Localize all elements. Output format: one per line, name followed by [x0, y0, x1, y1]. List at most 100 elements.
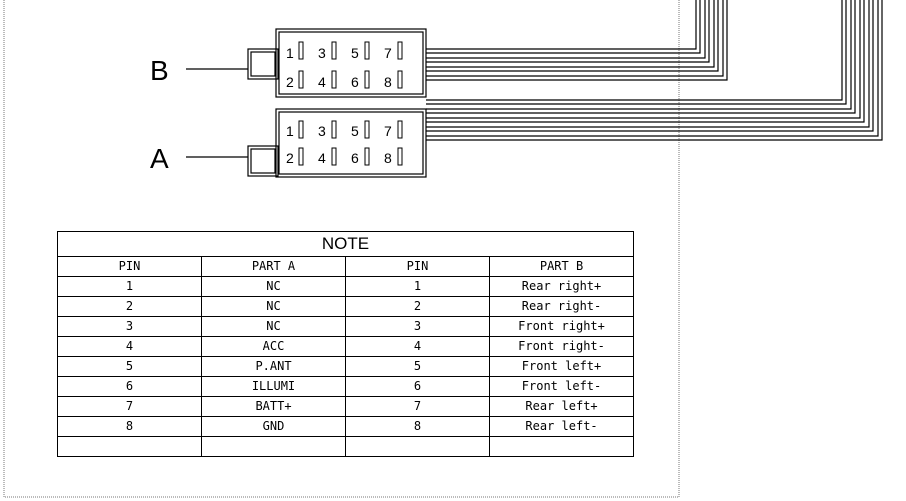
- pin-number: 7: [384, 123, 392, 139]
- pin-b-cell: 3: [345, 316, 490, 337]
- wire: [426, 0, 856, 114]
- table-row: 2 NC 2 Rear right-: [57, 296, 635, 317]
- wire: [426, 0, 847, 105]
- wire: [426, 0, 883, 141]
- part-b-cell: Rear left-: [488, 416, 635, 437]
- pin-number: 3: [318, 45, 326, 61]
- part-b-cell: Rear left+: [488, 396, 635, 417]
- pin-number: 6: [351, 150, 359, 166]
- column-header-pin-b: PIN: [345, 256, 490, 277]
- pin-number: 1: [286, 123, 294, 139]
- pin-b-cell: 1: [345, 276, 490, 297]
- pin-number: 2: [286, 150, 294, 166]
- wire: [426, 0, 701, 54]
- connector-b-label: B: [150, 55, 169, 86]
- wire: [426, 0, 697, 50]
- pin-terminal: [298, 147, 304, 166]
- pin-number: 6: [351, 74, 359, 90]
- part-a-cell: ILLUMI: [201, 376, 346, 397]
- pin-b-cell: 2: [345, 296, 490, 317]
- table-row: 4 ACC 4 Front right-: [57, 336, 635, 357]
- pin-terminal: [331, 120, 337, 139]
- pin-number: 3: [318, 123, 326, 139]
- part-a-cell: GND: [201, 416, 346, 437]
- pin-terminal: [397, 147, 403, 166]
- connector-a: [186, 108, 427, 178]
- note-table-container: NOTE PIN PART A PIN PART B 1 NC 1 Rear righ…: [56, 231, 635, 457]
- wire: [426, 0, 870, 128]
- pin-number: 8: [384, 150, 392, 166]
- pin-a-cell: 8: [57, 416, 202, 437]
- column-header-part-b: PART B: [488, 256, 635, 277]
- column-header-pin-a: PIN: [57, 256, 202, 277]
- pin-terminal: [298, 70, 304, 89]
- table-row: 6 ILLUMI 6 Front left-: [57, 376, 635, 397]
- empty-cell: [488, 436, 635, 457]
- part-a-cell: NC: [201, 296, 346, 317]
- part-a-cell: NC: [201, 276, 346, 297]
- table-row: 3 NC 3 Front right+: [57, 316, 635, 337]
- connector-a-label: A: [150, 143, 169, 174]
- empty-cell: [57, 436, 202, 457]
- note-table: NOTE PIN PART A PIN PART B 1 NC 1 Rear righ…: [56, 231, 635, 457]
- pin-number: 7: [384, 45, 392, 61]
- part-a-cell: P.ANT: [201, 356, 346, 377]
- pin-b-cell: 8: [345, 416, 490, 437]
- wire: [426, 0, 728, 81]
- pin-number: 5: [351, 45, 359, 61]
- pin-terminal: [397, 120, 403, 139]
- part-b-cell: Front left-: [488, 376, 635, 397]
- pin-number: 2: [286, 74, 294, 90]
- table-row: 1 NC 1 Rear right+: [57, 276, 635, 297]
- pin-number: 8: [384, 74, 392, 90]
- pin-terminal: [298, 41, 304, 60]
- pin-b-cell: 7: [345, 396, 490, 417]
- note-table-body: 1 NC 1 Rear right+ 2 NC 2 Rear right- 3 NC 3 Front …: [57, 276, 635, 457]
- wire-bundle: [426, 0, 883, 141]
- pin-number: 1: [286, 45, 294, 61]
- pin-a-cell: 4: [57, 336, 202, 357]
- wire: [426, 0, 852, 110]
- note-title: NOTE: [56, 231, 635, 257]
- pin-a-cell: 6: [57, 376, 202, 397]
- wire: [426, 0, 874, 132]
- note-header-row: PIN PART A PIN PART B: [57, 256, 635, 277]
- pin-terminal: [331, 70, 337, 89]
- empty-cell: [201, 436, 346, 457]
- wire: [426, 0, 719, 72]
- table-row-empty: [57, 436, 635, 457]
- pin-b-cell: 6: [345, 376, 490, 397]
- pin-a-cell: 7: [57, 396, 202, 417]
- note-title-row: NOTE: [56, 231, 635, 257]
- pin-terminal: [397, 41, 403, 60]
- wire: [426, 0, 843, 101]
- table-row: 5 P.ANT 5 Front left+: [57, 356, 635, 377]
- pin-number: 4: [318, 74, 326, 90]
- pin-terminal: [331, 147, 337, 166]
- pin-b-cell: 4: [345, 336, 490, 357]
- part-b-cell: Front right-: [488, 336, 635, 357]
- table-row: 8 GND 8 Rear left-: [57, 416, 635, 437]
- empty-cell: [345, 436, 490, 457]
- pin-terminal: [364, 41, 370, 60]
- pin-number: 5: [351, 123, 359, 139]
- part-a-cell: ACC: [201, 336, 346, 357]
- pin-a-cell: 5: [57, 356, 202, 377]
- part-b-cell: Rear right-: [488, 296, 635, 317]
- part-a-cell: BATT+: [201, 396, 346, 417]
- pin-number: 4: [318, 150, 326, 166]
- pin-a-cell: 1: [57, 276, 202, 297]
- part-b-cell: Rear right+: [488, 276, 635, 297]
- pin-terminal: [397, 70, 403, 89]
- pin-terminal: [298, 120, 304, 139]
- part-a-cell: NC: [201, 316, 346, 337]
- pin-a-cell: 3: [57, 316, 202, 337]
- pin-terminal: [331, 41, 337, 60]
- pin-terminal: [364, 147, 370, 166]
- wire: [426, 0, 715, 68]
- column-header-part-a: PART A: [201, 256, 346, 277]
- part-b-cell: Front right+: [488, 316, 635, 337]
- pin-terminal: [364, 70, 370, 89]
- part-b-cell: Front left+: [488, 356, 635, 377]
- wire: [426, 0, 724, 77]
